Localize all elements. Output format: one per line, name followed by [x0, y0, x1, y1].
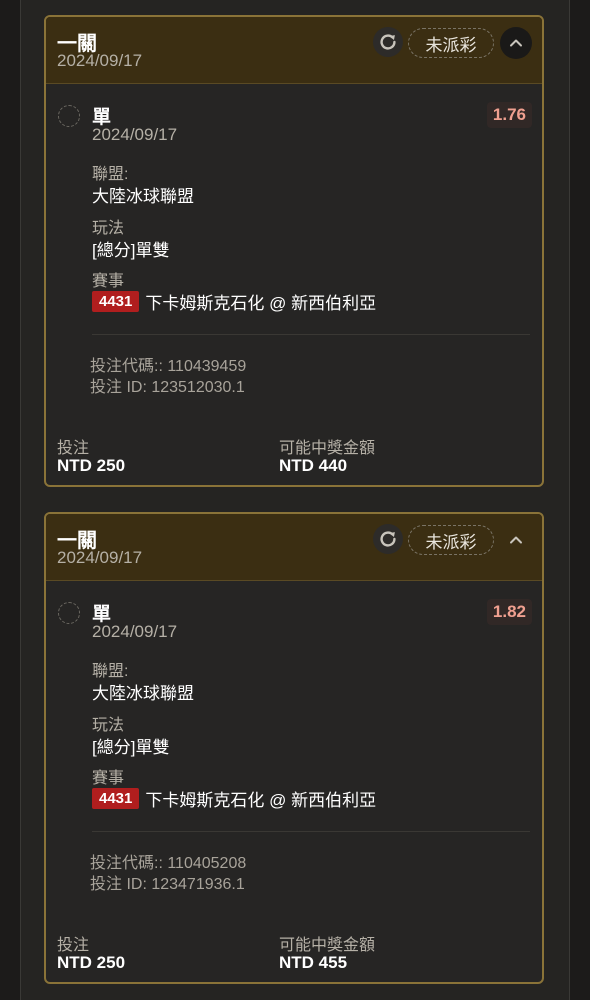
league-label: 聯盟:: [92, 663, 129, 680]
bet-card: 一關 2024/09/17 未派彩 單 2024/09/17 1.82 聯盟: …: [44, 512, 544, 984]
bet-card: 一關 2024/09/17 未派彩 單 2024/09/17 1.76 聯盟: …: [44, 15, 544, 487]
divider: [92, 831, 530, 832]
bet-header-date: 2024/09/17: [57, 51, 143, 70]
payout-label: 可能中獎金額: [279, 937, 376, 954]
collapse-button[interactable]: [500, 27, 532, 59]
match-id-badge: 4431: [92, 291, 140, 312]
odds-value: 1.82: [486, 599, 532, 625]
status-badge: 未派彩: [408, 28, 494, 58]
bet-id: 投注 ID: 123471936.1: [90, 876, 245, 893]
radio-circle-icon[interactable]: [58, 105, 80, 127]
bet-card-header: 一關 2024/09/17 未派彩: [46, 514, 542, 581]
play-value: [總分]單雙: [92, 241, 170, 260]
play-label: 玩法: [92, 717, 125, 734]
stake-label: 投注: [57, 440, 90, 457]
event-label: 賽事: [92, 770, 125, 787]
refresh-icon: [380, 531, 396, 547]
refresh-button[interactable]: [373, 524, 403, 554]
stake-value: NTD 250: [57, 953, 126, 972]
event-label: 賽事: [92, 273, 125, 290]
refresh-button[interactable]: [373, 27, 403, 57]
bet-id: 投注 ID: 123512030.1: [90, 379, 245, 396]
status-badge: 未派彩: [408, 525, 494, 555]
league-label: 聯盟:: [92, 166, 129, 183]
radio-circle-icon[interactable]: [58, 602, 80, 624]
chevron-up-icon: [510, 536, 522, 544]
stake-value: NTD 250: [57, 456, 126, 475]
bet-date: 2024/09/17: [92, 622, 178, 641]
chevron-up-icon: [510, 39, 522, 47]
league-value: 大陸冰球聯盟: [92, 684, 194, 703]
play-label: 玩法: [92, 220, 125, 237]
league-value: 大陸冰球聯盟: [92, 187, 194, 206]
play-value: [總分]單雙: [92, 738, 170, 757]
bet-header-date: 2024/09/17: [57, 548, 143, 567]
odds-value: 1.76: [486, 102, 532, 128]
match-id-badge: 4431: [92, 788, 140, 809]
match-name: 下卡姆斯克石化 @ 新西伯利亞: [145, 294, 377, 313]
payout-label: 可能中獎金額: [279, 440, 376, 457]
stake-label: 投注: [57, 937, 90, 954]
bet-history-page: 一關 2024/09/17 未派彩 單 2024/09/17 1.76 聯盟: …: [0, 0, 590, 1000]
payout-value: NTD 455: [279, 953, 348, 972]
bet-card-header: 一關 2024/09/17 未派彩: [46, 17, 542, 84]
event-row: 4431 下卡姆斯克石化 @ 新西伯利亞: [92, 289, 376, 314]
collapse-button[interactable]: [500, 524, 532, 556]
refresh-icon: [380, 34, 396, 50]
payout-value: NTD 440: [279, 456, 348, 475]
bet-date: 2024/09/17: [92, 125, 178, 144]
match-name: 下卡姆斯克石化 @ 新西伯利亞: [145, 791, 377, 810]
event-row: 4431 下卡姆斯克石化 @ 新西伯利亞: [92, 786, 376, 811]
divider: [92, 334, 530, 335]
